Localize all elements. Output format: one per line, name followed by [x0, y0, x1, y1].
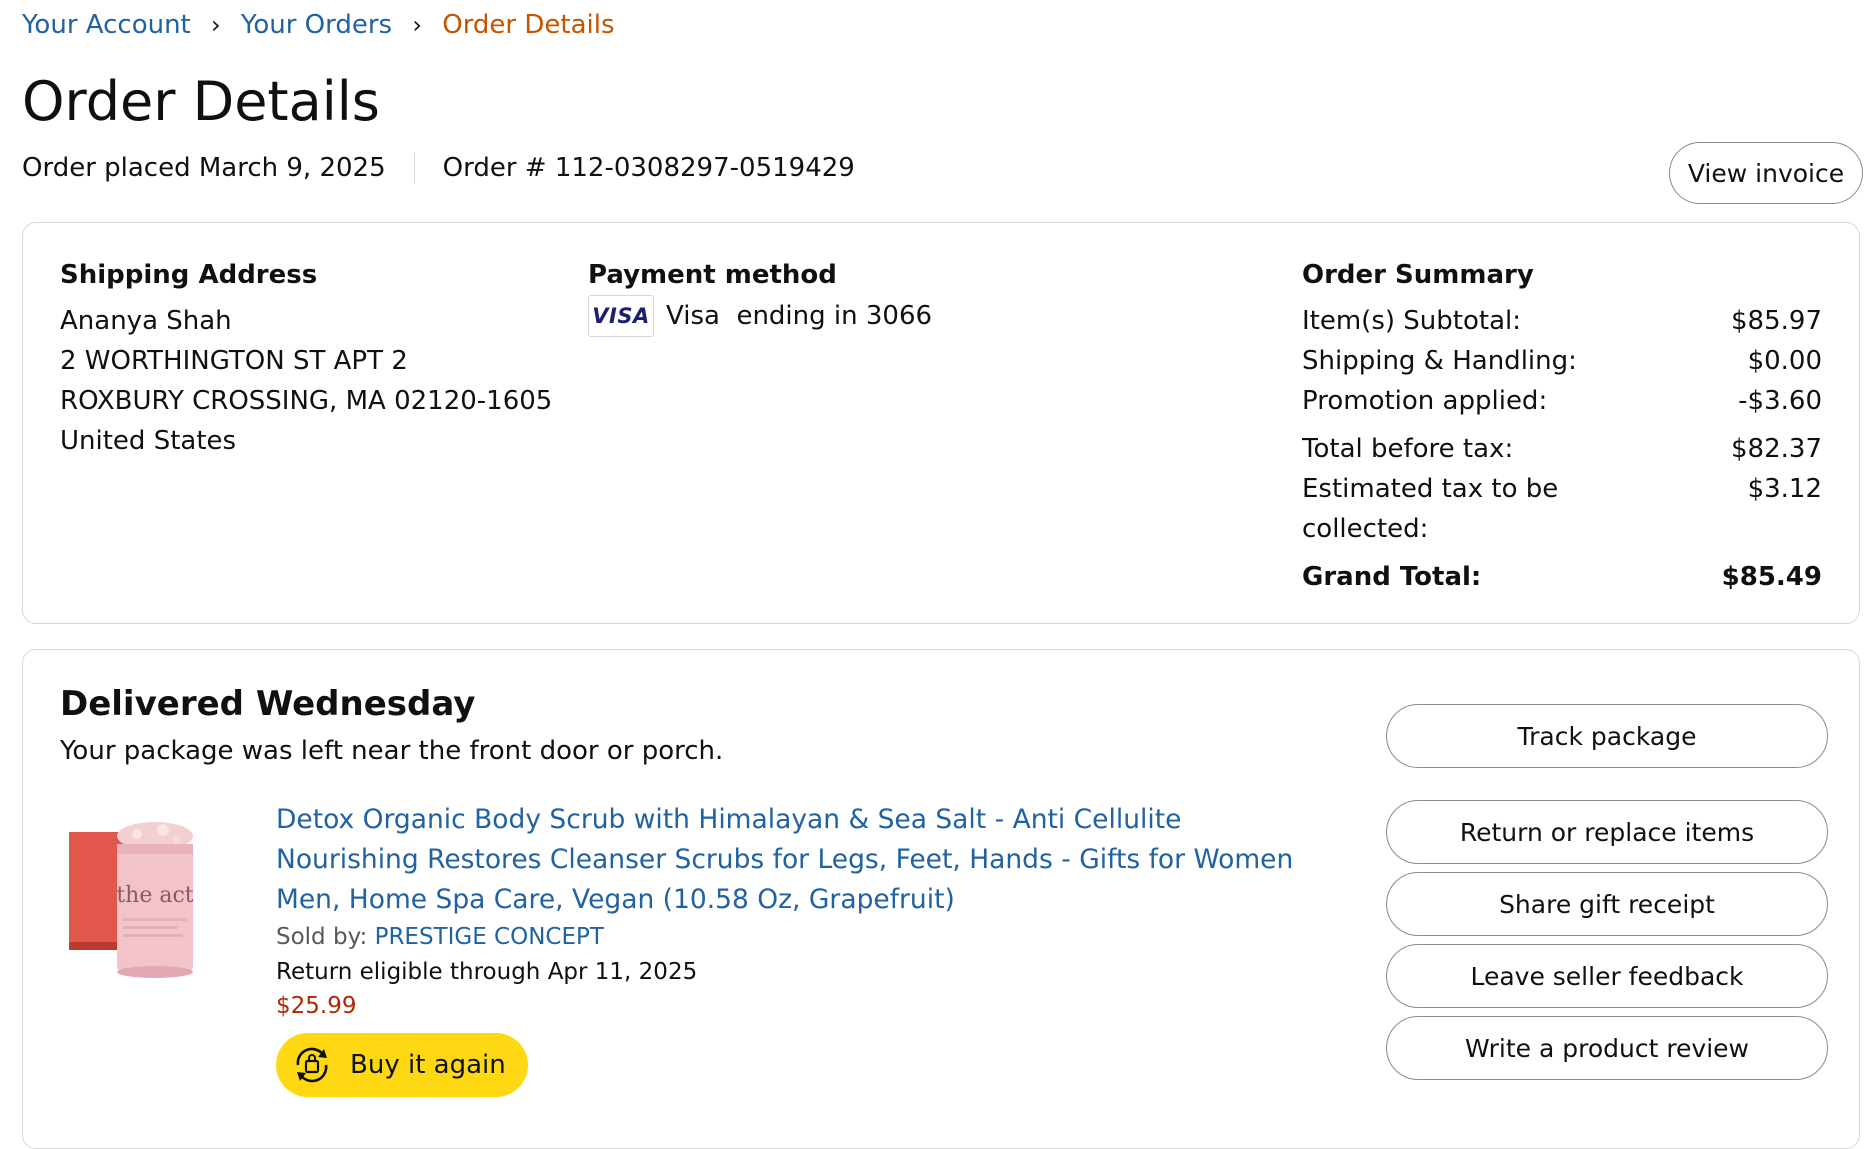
shipping-name: Ananya Shah — [60, 306, 232, 336]
track-package-button[interactable]: Track package — [1386, 704, 1828, 768]
order-placed-date: Order placed March 9, 2025 — [22, 153, 386, 183]
breadcrumb: Your Account › Your Orders › Order Detai… — [22, 10, 615, 40]
summary-row-subtotal: Item(s) Subtotal: $85.97 — [1302, 301, 1822, 341]
buy-again-button[interactable]: Buy it again — [276, 1033, 528, 1097]
sold-by-label: Sold by: — [276, 924, 368, 950]
product-title-link[interactable]: Detox Organic Body Scrub with Himalayan … — [276, 800, 1326, 920]
summary-label: Total before tax: — [1302, 434, 1514, 464]
order-meta: Order placed March 9, 2025 Order # 112-0… — [22, 152, 855, 184]
summary-row-grand-total: Grand Total: $85.49 — [1302, 557, 1822, 597]
sold-by: Sold by: PRESTIGE CONCEPT — [276, 924, 604, 950]
return-or-replace-button[interactable]: Return or replace items — [1386, 800, 1828, 864]
summary-label: Promotion applied: — [1302, 386, 1548, 416]
breadcrumb-your-account[interactable]: Your Account — [22, 10, 191, 40]
product-price: $25.99 — [276, 993, 357, 1019]
order-summary-heading: Order Summary — [1302, 260, 1534, 290]
shipment-card: Delivered Wednesday Your package was lef… — [22, 649, 1860, 1149]
shipping-line1: 2 WORTHINGTON ST APT 2 — [60, 346, 408, 376]
share-gift-receipt-button[interactable]: Share gift receipt — [1386, 872, 1828, 936]
summary-label: Item(s) Subtotal: — [1302, 306, 1521, 336]
order-info-card: Shipping Address Ananya Shah 2 WORTHINGT… — [22, 222, 1860, 624]
write-product-review-button[interactable]: Write a product review — [1386, 1016, 1828, 1080]
breadcrumb-your-orders[interactable]: Your Orders — [241, 10, 392, 40]
order-summary-section: Order Summary Item(s) Subtotal: $85.97 S… — [1302, 255, 1822, 597]
visa-card-icon: VISA — [588, 295, 654, 337]
shipping-address-heading: Shipping Address — [60, 260, 318, 290]
summary-label: Shipping & Handling: — [1302, 346, 1577, 376]
summary-row-promotion: Promotion applied: -$3.60 — [1302, 381, 1822, 421]
breadcrumb-separator: › — [412, 11, 422, 39]
delivery-status: Delivered Wednesday — [60, 684, 476, 724]
summary-value: $85.97 — [1731, 306, 1822, 336]
summary-label: Grand Total: — [1302, 562, 1482, 592]
breadcrumb-current: Order Details — [442, 10, 615, 40]
buy-again-label: Buy it again — [350, 1050, 506, 1080]
summary-value: $82.37 — [1731, 434, 1822, 464]
meta-divider — [413, 152, 415, 184]
shipping-address-section: Shipping Address Ananya Shah 2 WORTHINGT… — [60, 255, 580, 461]
summary-value: $0.00 — [1747, 346, 1822, 376]
delivery-note: Your package was left near the front doo… — [60, 736, 724, 766]
summary-row-shipping: Shipping & Handling: $0.00 — [1302, 341, 1822, 381]
product-image-brand-text: the act — [116, 883, 193, 908]
visa-brand-text: VISA — [592, 304, 650, 328]
summary-value: -$3.60 — [1738, 386, 1822, 416]
payment-card-text: Visa ending in 3066 — [666, 301, 933, 331]
summary-row-tax: Estimated tax to be collected: $3.12 — [1302, 469, 1822, 549]
product-image[interactable]: the act — [67, 818, 237, 978]
shipping-country: United States — [60, 426, 237, 456]
payment-method-section: Payment method VISA Visa ending in 3066 — [588, 255, 1208, 337]
order-number: Order # 112-0308297-0519429 — [442, 153, 855, 183]
summary-row-before-tax: Total before tax: $82.37 — [1302, 429, 1822, 469]
leave-seller-feedback-button[interactable]: Leave seller feedback — [1386, 944, 1828, 1008]
summary-value: $85.49 — [1721, 562, 1822, 592]
seller-link[interactable]: PRESTIGE CONCEPT — [375, 924, 604, 950]
payment-card-row: VISA Visa ending in 3066 — [588, 295, 1208, 337]
summary-label: Estimated tax to be collected: — [1302, 474, 1559, 544]
payment-method-heading: Payment method — [588, 260, 837, 290]
product-image-graphic: the act — [69, 822, 194, 978]
shipping-line2: ROXBURY CROSSING, MA 02120-1605 — [60, 386, 553, 416]
return-eligibility: Return eligible through Apr 11, 2025 — [276, 959, 698, 985]
summary-value: $3.12 — [1747, 474, 1822, 504]
view-invoice-button[interactable]: View invoice — [1669, 142, 1863, 204]
breadcrumb-separator: › — [211, 11, 221, 39]
page-title: Order Details — [22, 70, 380, 133]
buy-again-icon — [296, 1047, 328, 1083]
